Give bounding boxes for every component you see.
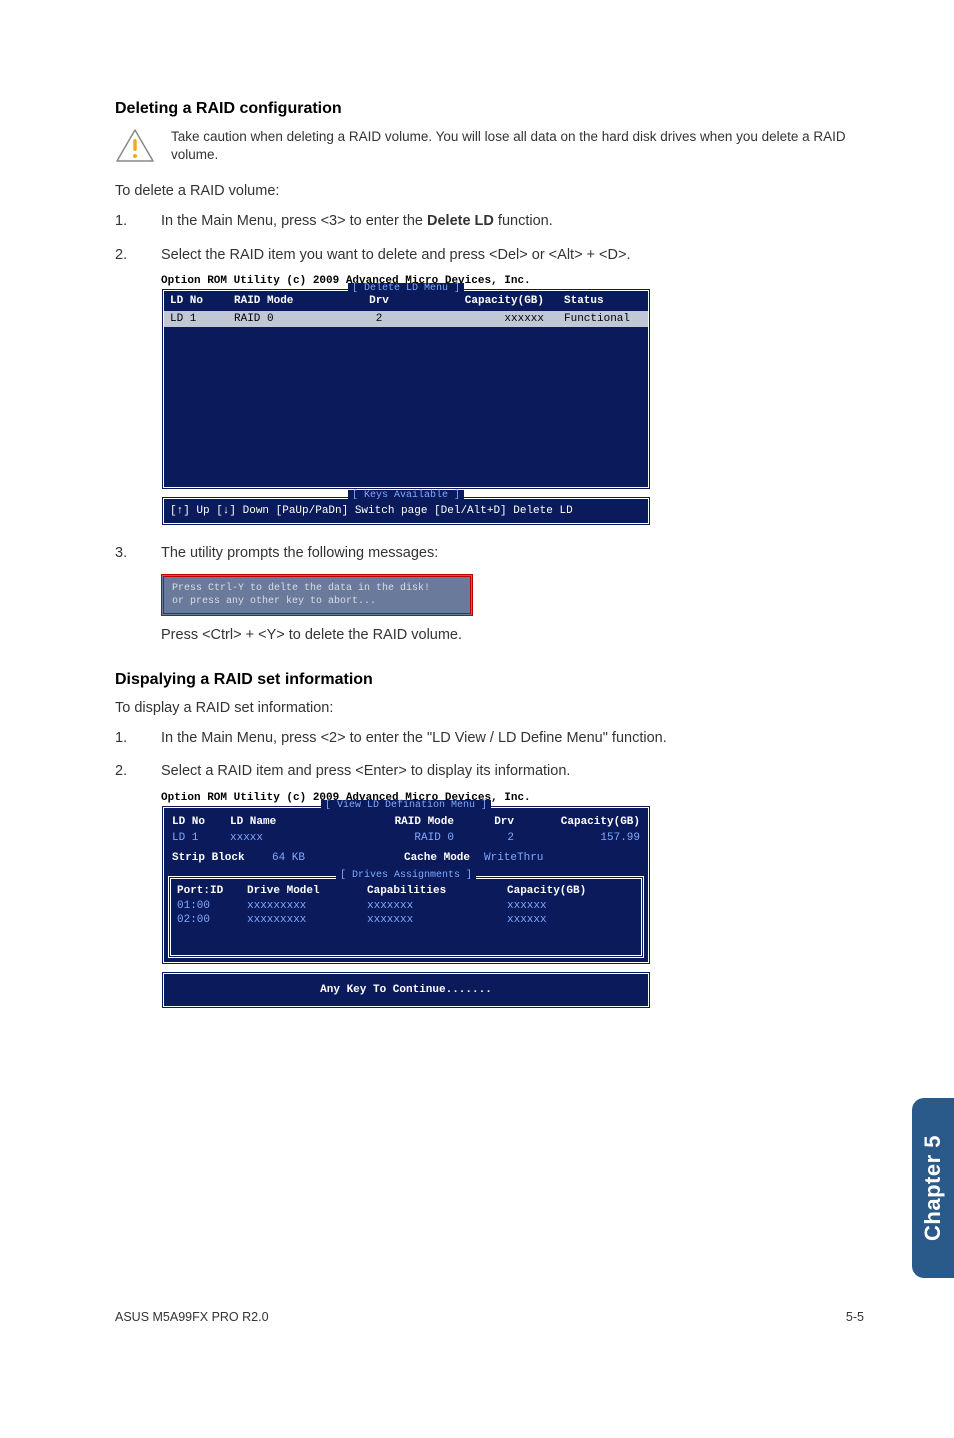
- ld-info-value-row: LD 1 xxxxx RAID 0 2 157.99: [172, 830, 640, 846]
- footer-right: 5-5: [846, 1310, 864, 1324]
- bios-selected-row: LD 1 RAID 0 2 xxxxxx Functional: [164, 311, 648, 327]
- col-drv: Drv: [344, 295, 414, 307]
- cell-ld-no: LD 1: [170, 313, 234, 325]
- step1-display: In the Main Menu, press <2> to enter the…: [161, 729, 864, 749]
- step-number: 2.: [115, 246, 161, 266]
- ld-info-row3: Strip Block 64 KB Cache Mode WriteThru: [172, 850, 640, 866]
- cell-drive-model: xxxxxxxxx: [247, 900, 367, 912]
- prompt-line2: or press any other key to abort...: [172, 595, 462, 608]
- label-ld-no: LD No: [172, 816, 230, 828]
- keys-label: [ Keys Available ]: [348, 490, 464, 501]
- cell-capacity: xxxxxx: [507, 900, 635, 912]
- col-ld-no: LD No: [170, 295, 234, 307]
- bios-screenshot-delete-ld: Option ROM Utility (c) 2009 Advanced Mic…: [161, 275, 651, 526]
- step1-bold: Delete LD: [427, 213, 494, 229]
- bios-keys-available: [ Keys Available ] [↑] Up [↓] Down [PaUp…: [161, 496, 651, 526]
- value-ld-name: xxxxx: [230, 832, 360, 844]
- col-drive-model: Drive Model: [247, 885, 367, 897]
- step1-pre: In the Main Menu, press <3> to enter the: [161, 213, 427, 229]
- caution-callout: Take caution when deleting a RAID volume…: [115, 128, 864, 164]
- drive-row: 01:00 xxxxxxxxx xxxxxxx xxxxxx: [177, 899, 635, 913]
- cell-capacity: xxxxxx: [507, 914, 635, 926]
- cell-capabilities: xxxxxxx: [367, 900, 507, 912]
- chapter-side-tab: Chapter 5: [912, 1098, 954, 1278]
- drive-row: 02:00 xxxxxxxxx xxxxxxx xxxxxx: [177, 913, 635, 927]
- value-strip-block: 64 KB: [272, 852, 360, 864]
- step3-delete: The utility prompts the following messag…: [161, 544, 864, 564]
- cell-raid-mode: RAID 0: [234, 313, 344, 325]
- col-port-id: Port:ID: [177, 885, 247, 897]
- cell-drv: 2: [344, 313, 414, 325]
- value-drv: 2: [454, 832, 514, 844]
- bios-screenshot-view-ld: Option ROM Utility (c) 2009 Advanced Mic…: [161, 792, 651, 1009]
- cell-capabilities: xxxxxxx: [367, 914, 507, 926]
- cell-capacity: xxxxxx: [414, 313, 564, 325]
- value-ld-no: LD 1: [172, 832, 230, 844]
- value-raid-mode: RAID 0: [360, 832, 454, 844]
- col-capacity: Capacity(GB): [414, 295, 564, 307]
- label-ld-name: LD Name: [230, 816, 360, 828]
- footer-left: ASUS M5A99FX PRO R2.0: [115, 1310, 269, 1324]
- drives-header: Port:ID Drive Model Capabilities Capacit…: [177, 883, 635, 899]
- heading-display-raid: Dispalying a RAID set information: [115, 671, 864, 689]
- label-cache-mode: Cache Mode: [360, 852, 470, 864]
- bios-menu-label: [ View LD Defination Menu ]: [164, 800, 648, 811]
- step-number: 2.: [115, 762, 161, 782]
- caution-icon: [115, 128, 155, 164]
- label-raid-mode: RAID Mode: [360, 816, 454, 828]
- bios-table-header: LD No RAID Mode Drv Capacity(GB) Status: [164, 291, 648, 311]
- col-raid-mode: RAID Mode: [234, 295, 344, 307]
- value-cache-mode: WriteThru: [470, 852, 640, 864]
- cell-port-id: 01:00: [177, 900, 247, 912]
- label-strip-block: Strip Block: [172, 852, 272, 864]
- col-capacity-gb: Capacity(GB): [507, 885, 635, 897]
- value-capacity: 157.99: [514, 832, 640, 844]
- step-number: 1.: [115, 212, 161, 232]
- caution-text: Take caution when deleting a RAID volume…: [171, 128, 864, 164]
- cell-status: Functional: [564, 313, 642, 325]
- drives-assignments-box: [ Drives Assignments ] Port:ID Drive Mod…: [168, 876, 644, 958]
- step-number: 3.: [115, 544, 161, 564]
- label-capacity: Capacity(GB): [514, 816, 640, 828]
- chapter-label: Chapter 5: [920, 1135, 946, 1241]
- cell-drive-model: xxxxxxxxx: [247, 914, 367, 926]
- col-capabilities: Capabilities: [367, 885, 507, 897]
- step2-display: Select a RAID item and press <Enter> to …: [161, 762, 864, 782]
- col-status: Status: [564, 295, 642, 307]
- step-number: 1.: [115, 729, 161, 749]
- bios-prompt-dialog: Press Ctrl-Y to delte the data in the di…: [161, 574, 473, 616]
- bios-menu-label: [ Delete LD Menu ]: [164, 283, 648, 294]
- cell-port-id: 02:00: [177, 914, 247, 926]
- step1-post: function.: [494, 213, 553, 229]
- label-drv: Drv: [454, 816, 514, 828]
- keys-text: [↑] Up [↓] Down [PaUp/PaDn] Switch page …: [170, 505, 642, 517]
- intro-text-2: To display a RAID set information:: [115, 699, 864, 719]
- heading-deleting-raid: Deleting a RAID configuration: [115, 100, 864, 118]
- press-ctrl-y-text: Press <Ctrl> + <Y> to delete the RAID vo…: [161, 626, 864, 646]
- page-footer: ASUS M5A99FX PRO R2.0 5-5: [115, 1310, 864, 1324]
- ld-info-header-row: LD No LD Name RAID Mode Drv Capacity(GB): [172, 814, 640, 830]
- drives-label: [ Drives Assignments ]: [336, 870, 476, 881]
- prompt-line1: Press Ctrl-Y to delte the data in the di…: [172, 582, 462, 595]
- intro-text-1: To delete a RAID volume:: [115, 182, 864, 202]
- step2-delete: Select the RAID item you want to delete …: [161, 246, 864, 266]
- step1-delete: In the Main Menu, press <3> to enter the…: [161, 212, 864, 232]
- bios-footer-continue: Any Key To Continue.......: [161, 971, 651, 1009]
